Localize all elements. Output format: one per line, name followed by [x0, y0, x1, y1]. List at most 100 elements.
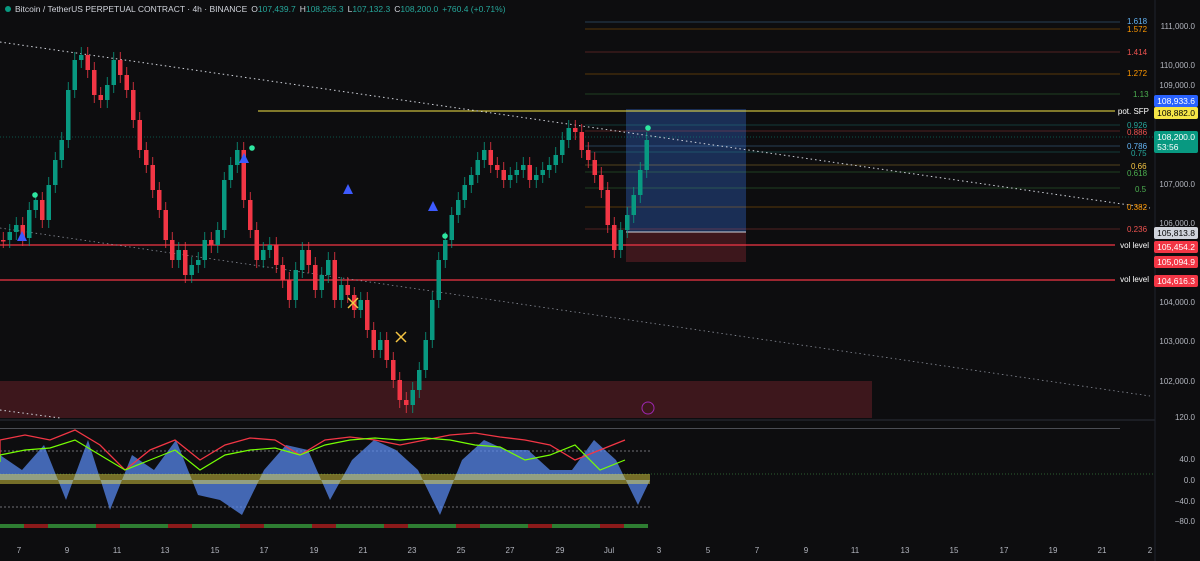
candle-body	[287, 280, 292, 300]
time-axis-label: 19	[309, 546, 319, 555]
candle-body	[638, 170, 643, 195]
current-price: 108,200.0	[1157, 132, 1195, 142]
candle-body	[196, 260, 201, 265]
candle-body	[92, 70, 97, 95]
time-axis-label: 15	[949, 546, 959, 555]
time-axis-label: 21	[358, 546, 368, 555]
fib-label: 0.886	[1127, 128, 1148, 137]
ohlc-high: H108,265.3	[299, 4, 344, 14]
candle-body	[430, 300, 435, 340]
price-axis-label: 110,000.0	[1160, 61, 1195, 70]
buy-signal-icon	[428, 201, 438, 211]
candle-body	[261, 250, 266, 260]
time-axis-label: 17	[999, 546, 1009, 555]
candle-body	[215, 230, 220, 245]
candle-body	[586, 150, 591, 160]
osc-trend-bar	[192, 524, 216, 528]
candle-body	[332, 260, 337, 300]
candle-body	[521, 165, 526, 170]
candle-body	[482, 150, 487, 160]
fib-label: 1.572	[1127, 25, 1148, 34]
candle-body	[59, 140, 64, 160]
osc-trend-bar	[144, 524, 168, 528]
candle-body	[40, 200, 45, 220]
candle-body	[150, 165, 155, 190]
candle-body	[66, 90, 71, 140]
fib-label: 1.272	[1127, 69, 1148, 78]
candle-body	[46, 185, 51, 220]
price-chart-canvas[interactable]	[0, 0, 1200, 561]
candle-body	[118, 60, 123, 75]
candle-body	[124, 75, 129, 90]
candle-body	[98, 95, 103, 100]
osc-axis-label: 0.0	[1183, 476, 1195, 485]
candle-body	[469, 175, 474, 185]
candle-body	[72, 60, 77, 90]
time-axis-label: 5	[705, 546, 711, 555]
candle-body	[514, 170, 519, 175]
candle-body	[573, 128, 578, 132]
osc-trend-bar	[216, 524, 240, 528]
osc-trend-bar	[72, 524, 96, 528]
candle-body	[534, 175, 539, 180]
buy-signal-icon	[17, 231, 27, 241]
time-axis-label: 19	[1048, 546, 1058, 555]
candle-body	[345, 285, 350, 295]
time-axis-label: 13	[160, 546, 170, 555]
buy-signal-icon	[343, 184, 353, 194]
spf-label: pot. SFP	[1117, 107, 1149, 116]
osc-trend-bar	[312, 524, 336, 528]
candle-body	[449, 215, 454, 240]
candle-body	[111, 60, 116, 85]
price-tag-vol1: 105,454.2	[1154, 241, 1198, 253]
candle-body	[410, 390, 415, 405]
fib-label: 1.13	[1133, 90, 1149, 99]
time-axis-label: 29	[555, 546, 565, 555]
time-axis-label: 13	[900, 546, 910, 555]
candle-body	[384, 340, 389, 360]
fib-label: 0.382	[1127, 203, 1148, 212]
candle-body	[1, 240, 6, 242]
price-tag-vol2: 104,616.3	[1154, 275, 1198, 287]
candle-body	[14, 225, 19, 232]
time-axis-label: 27	[505, 546, 515, 555]
candle-body	[319, 275, 324, 290]
osc-money-flow	[0, 474, 650, 484]
osc-axis-label: 40.0	[1179, 455, 1195, 464]
candle-body	[189, 265, 194, 275]
osc-trend-bar	[600, 524, 624, 528]
candle-body	[137, 120, 142, 150]
candle-body	[300, 250, 305, 270]
osc-trend-bar	[408, 524, 432, 528]
long-position-target-box	[626, 109, 746, 232]
signal-dot-icon	[249, 145, 255, 151]
candle-body	[391, 360, 396, 380]
time-axis-label: 2	[1147, 546, 1153, 555]
symbol-title[interactable]: Bitcoin / TetherUS PERPETUAL CONTRACT · …	[15, 4, 247, 14]
osc-trend-bar	[48, 524, 72, 528]
price-tag-current: 108,200.0 53:56	[1154, 131, 1198, 153]
price-axis-label: 111,000.0	[1160, 22, 1195, 31]
candle-body	[105, 85, 110, 100]
osc-trend-bar	[480, 524, 504, 528]
time-axis-label: 3	[656, 546, 662, 555]
osc-trend-bar	[432, 524, 456, 528]
candle-body	[358, 300, 363, 310]
price-tag-grey: 105,813.8	[1154, 227, 1198, 239]
osc-trend-bar	[264, 524, 288, 528]
ohlc-close: C108,200.0	[394, 4, 439, 14]
candle-body	[7, 232, 12, 240]
candle-body	[267, 245, 272, 250]
price-tag-spf: 108,882.0	[1154, 107, 1198, 119]
osc-trend-bar	[120, 524, 144, 528]
tradingview-chart[interactable]: Bitcoin / TetherUS PERPETUAL CONTRACT · …	[0, 0, 1200, 561]
osc-trend-bar	[384, 524, 408, 528]
osc-trend-bar	[576, 524, 600, 528]
time-axis-label: 9	[64, 546, 70, 555]
candle-body	[378, 340, 383, 350]
candle-body	[202, 240, 207, 260]
price-axis-label: 107,000.0	[1159, 180, 1195, 189]
candle-body	[475, 160, 480, 175]
candle-body	[313, 265, 318, 290]
candle-body	[371, 330, 376, 350]
